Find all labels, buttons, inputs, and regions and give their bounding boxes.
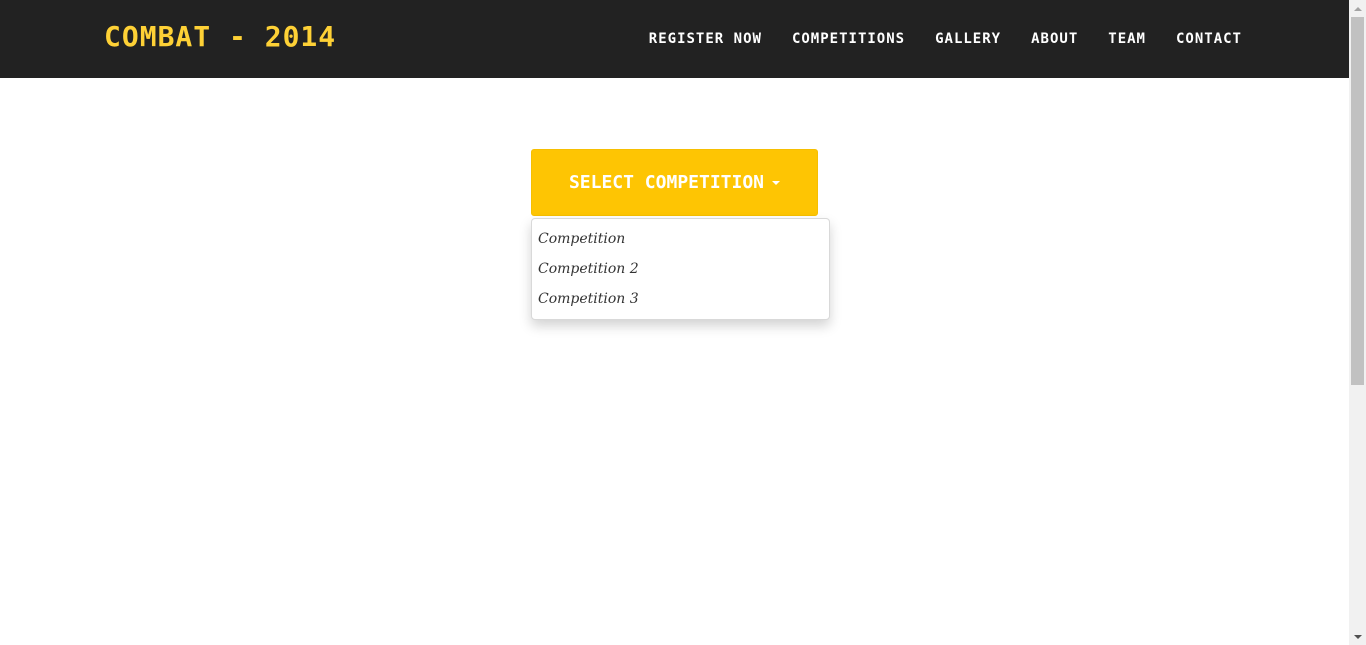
scroll-down-arrow-icon[interactable] — [1349, 628, 1366, 645]
vertical-scrollbar[interactable] — [1349, 0, 1366, 645]
brand-logo-link[interactable]: COMBAT - 2014 — [104, 18, 336, 56]
nav-link-gallery[interactable]: GALLERY — [935, 31, 1001, 47]
dropdown-item-competition-2[interactable]: Competition 2 — [532, 254, 829, 284]
nav-link-register-now[interactable]: REGISTER NOW — [649, 31, 762, 47]
page: COMBAT - 2014 REGISTER NOW COMPETITIONS … — [0, 0, 1366, 645]
caret-down-icon — [772, 180, 781, 185]
nav-link-competitions[interactable]: COMPETITIONS — [792, 31, 905, 47]
nav-item-gallery: GALLERY — [935, 30, 1001, 48]
nav-item-team: TEAM — [1108, 30, 1146, 48]
competition-dropdown-menu: Competition Competition 2 Competition 3 — [531, 218, 830, 320]
nav-item-about: ABOUT — [1031, 30, 1078, 48]
top-navbar: COMBAT - 2014 REGISTER NOW COMPETITIONS … — [0, 0, 1349, 78]
scroll-up-arrow-icon[interactable] — [1349, 0, 1366, 17]
select-competition-label: SELECT COMPETITION — [568, 172, 765, 193]
nav-item-contact: CONTACT — [1176, 30, 1242, 48]
select-competition-button[interactable]: SELECT COMPETITION — [531, 149, 818, 216]
nav-item-competitions: COMPETITIONS — [792, 30, 905, 48]
main-nav: REGISTER NOW COMPETITIONS GALLERY ABOUT … — [619, 0, 1242, 78]
dropdown-item-competition[interactable]: Competition — [532, 224, 829, 254]
nav-link-team[interactable]: TEAM — [1108, 31, 1146, 47]
nav-item-register-now: REGISTER NOW — [649, 30, 762, 48]
scrollbar-thumb[interactable] — [1351, 17, 1364, 385]
nav-link-contact[interactable]: CONTACT — [1176, 31, 1242, 47]
nav-link-about[interactable]: ABOUT — [1031, 31, 1078, 47]
dropdown-item-competition-3[interactable]: Competition 3 — [532, 284, 829, 314]
